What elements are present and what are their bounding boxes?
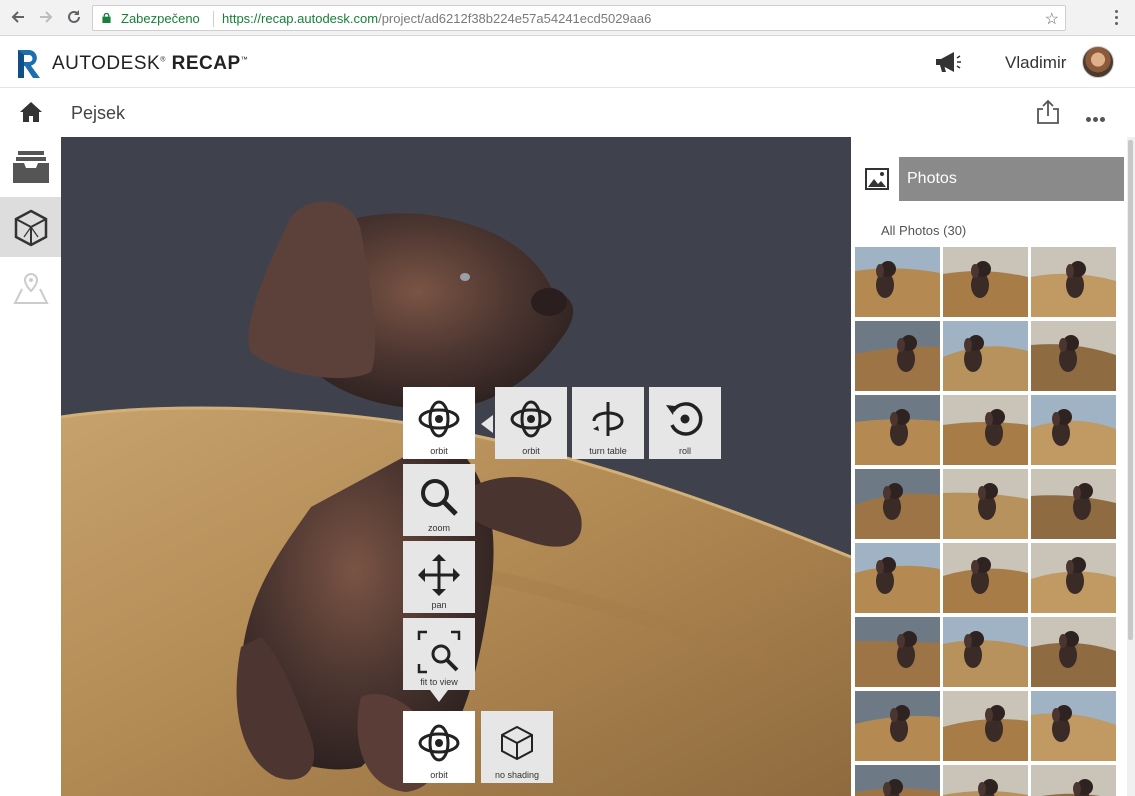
bookmark-star-icon[interactable]: ☆ <box>1045 9 1059 29</box>
rail-item-3d-model[interactable] <box>0 197 61 257</box>
photo-thumbnail[interactable] <box>943 765 1028 796</box>
3d-viewport[interactable]: orbit orbit turn table roll zoom pan fit… <box>61 137 851 796</box>
photo-thumbnail[interactable] <box>1031 691 1116 761</box>
secure-label: Zabezpečeno <box>121 11 200 26</box>
rail-item-inbox[interactable] <box>0 137 61 197</box>
url-host: https://recap.autodesk.com <box>222 11 379 26</box>
photo-thumbnail[interactable] <box>855 321 940 391</box>
lock-icon <box>102 13 111 23</box>
photo-thumbnail[interactable] <box>1031 247 1116 317</box>
photo-thumbnail[interactable] <box>1031 469 1116 539</box>
browser-toolbar: Zabezpečeno https://recap.autodesk.com/p… <box>0 0 1135 36</box>
cube-outline-icon <box>501 725 533 761</box>
omnibox-divider <box>213 11 214 27</box>
map-pin-icon <box>13 272 49 304</box>
fit-to-view-icon <box>417 630 461 674</box>
roll-tool-button[interactable]: roll <box>649 387 721 459</box>
orbit-bottom-button[interactable]: orbit <box>403 711 475 783</box>
photo-thumbnail[interactable] <box>943 691 1028 761</box>
forward-icon[interactable] <box>36 8 56 28</box>
orbit-icon <box>418 400 460 438</box>
all-photos-heading[interactable]: All Photos (30) <box>881 223 966 238</box>
address-bar[interactable]: Zabezpečeno https://recap.autodesk.com/p… <box>92 5 1066 31</box>
orbit-tool-label: orbit <box>430 446 448 456</box>
fit-to-view-label: fit to view <box>420 677 458 687</box>
photo-thumbnail[interactable] <box>1031 395 1116 465</box>
palette-pointer <box>430 690 448 702</box>
photo-thumbnail[interactable] <box>943 247 1028 317</box>
pan-tool-button[interactable]: pan <box>403 541 475 613</box>
url-text[interactable]: https://recap.autodesk.com/project/ad621… <box>222 11 651 26</box>
shading-label: no shading <box>494 770 540 780</box>
photo-thumbnail[interactable] <box>855 765 940 796</box>
photo-thumbnail[interactable] <box>943 543 1028 613</box>
brand-recap: RECAP <box>171 53 241 74</box>
back-icon[interactable] <box>8 8 28 28</box>
inbox-tray-icon <box>13 151 49 183</box>
rail-item-map[interactable] <box>0 259 61 319</box>
move-arrows-icon <box>418 554 460 596</box>
orbit-mode-button[interactable]: orbit <box>495 387 567 459</box>
turntable-icon <box>592 402 624 436</box>
fit-to-view-button[interactable]: fit to view <box>403 618 475 690</box>
photo-thumbnail[interactable] <box>1031 321 1116 391</box>
photo-thumbnail[interactable] <box>855 691 940 761</box>
share-icon[interactable] <box>1035 99 1061 125</box>
photo-thumbnail[interactable] <box>1031 765 1116 796</box>
orbit-icon <box>418 724 460 762</box>
app-header: AUTODESK® RECAP™ Vladimir <box>0 37 1135 88</box>
left-rail <box>0 137 61 796</box>
avatar[interactable] <box>1082 46 1114 78</box>
shading-button[interactable]: no shading <box>481 711 553 783</box>
photo-thumbnail[interactable] <box>943 321 1028 391</box>
flyout-pointer <box>481 415 493 433</box>
photo-thumbnail[interactable] <box>1031 543 1116 613</box>
photo-thumbnail[interactable] <box>855 469 940 539</box>
orbit-icon <box>510 400 552 438</box>
photo-thumbnail[interactable] <box>1031 617 1116 687</box>
photo-icon[interactable] <box>865 168 889 190</box>
magnifier-icon <box>421 479 458 516</box>
brand-name: AUTODESK® RECAP™ <box>52 53 249 74</box>
scrollbar-thumb[interactable] <box>1128 140 1133 640</box>
turntable-tool-label: turn table <box>589 446 627 456</box>
orbit-bottom-label: orbit <box>430 770 448 780</box>
photo-thumbnail[interactable] <box>855 247 940 317</box>
roll-tool-label: roll <box>678 446 691 456</box>
brand-autodesk: AUTODESK <box>52 53 161 74</box>
roll-icon <box>666 402 703 436</box>
photo-thumbnail[interactable] <box>943 617 1028 687</box>
pan-tool-label: pan <box>431 600 447 610</box>
photo-thumbnail[interactable] <box>943 395 1028 465</box>
photos-tab[interactable]: Photos <box>899 157 1124 201</box>
browser-menu-icon[interactable] <box>1109 8 1123 28</box>
megaphone-icon[interactable] <box>932 50 962 74</box>
photo-thumbnail[interactable] <box>943 469 1028 539</box>
home-icon[interactable] <box>19 101 43 123</box>
orbit-mode-label: orbit <box>522 446 540 456</box>
project-bar: Pejsek <box>0 89 1135 137</box>
photo-thumbnail[interactable] <box>855 395 940 465</box>
username[interactable]: Vladimir <box>1005 53 1066 73</box>
more-options-icon[interactable] <box>1086 109 1110 122</box>
recap-logo-icon[interactable] <box>16 48 42 80</box>
turntable-tool-button[interactable]: turn table <box>572 387 644 459</box>
reload-icon[interactable] <box>64 8 84 28</box>
photos-panel: Photos All Photos (30) <box>851 137 1135 796</box>
zoom-tool-button[interactable]: zoom <box>403 464 475 536</box>
cube-icon <box>14 209 48 247</box>
orbit-tool-button[interactable]: orbit <box>403 387 475 459</box>
project-title: Pejsek <box>71 103 126 123</box>
photo-thumbnail[interactable] <box>855 617 940 687</box>
zoom-tool-label: zoom <box>427 523 450 533</box>
url-path: /project/ad6212f38b224e57a54241ecd5029aa… <box>378 11 652 26</box>
photo-thumbnail[interactable] <box>855 543 940 613</box>
